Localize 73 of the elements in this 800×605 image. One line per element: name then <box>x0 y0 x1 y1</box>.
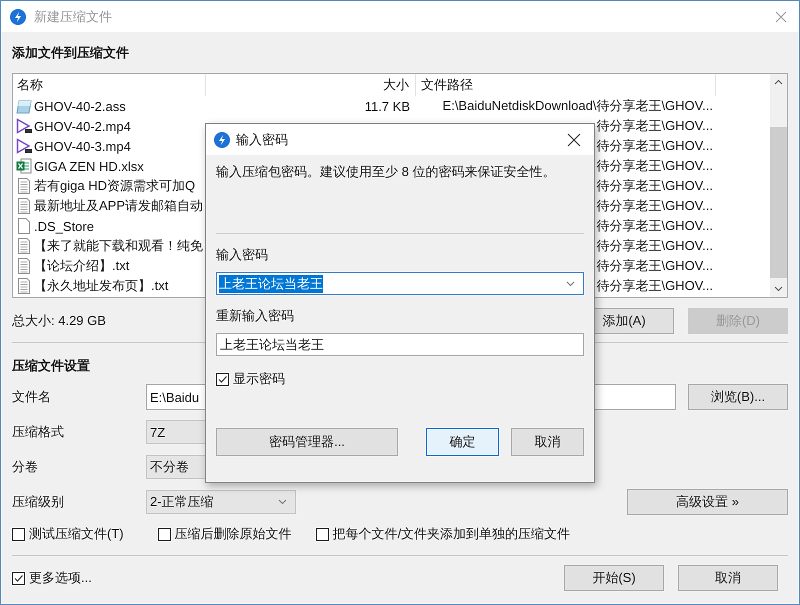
file-path: 待分享老王\GHOV... <box>596 277 713 295</box>
dropdown[interactable]: 2-正常压缩 <box>146 490 296 514</box>
checkbox[interactable]: 把每个文件/文件夹添加到单独的压缩文件 <box>316 525 570 543</box>
file-name[interactable]: .DS_Store <box>34 218 94 234</box>
text-file-icon <box>16 198 32 214</box>
video-file-icon <box>16 138 32 154</box>
file-name[interactable]: GHOV-40-3.mp4 <box>34 138 131 154</box>
file-path: E:\BaiduNetdiskDownload\待分享老王\GHOV... <box>442 97 713 115</box>
total-size: 总大小: 4.29 GB <box>12 312 106 330</box>
field-label: 输入密码 <box>216 246 268 264</box>
file-path: 待分享老王\GHOV... <box>596 217 713 235</box>
text-file-icon <box>16 278 32 294</box>
section-heading: 添加文件到压缩文件 <box>12 44 129 62</box>
dialog-title: 输入密码 <box>236 130 289 148</box>
field-label: 压缩格式 <box>12 423 65 441</box>
cancel-button[interactable]: 取消 <box>511 428 584 456</box>
checkbox[interactable]: 显示密码 <box>216 370 285 388</box>
file-name[interactable]: 【永久地址发布页】.txt <box>34 277 168 295</box>
ok-button[interactable]: 确定 <box>426 428 499 456</box>
file-path: 待分享老王\GHOV... <box>596 237 713 255</box>
hint-text: 输入压缩包密码。建议使用至少 8 位的密码来保证安全性。 <box>216 163 556 181</box>
text-file-icon <box>16 178 32 194</box>
scroll-down-icon <box>774 286 783 292</box>
file-path: 待分享老王\GHOV... <box>596 157 713 175</box>
app-logo-icon <box>10 8 26 24</box>
file-name[interactable]: GHOV-40-2.mp4 <box>34 118 131 134</box>
checkbox[interactable]: 更多选项... <box>12 569 92 587</box>
field-label: 重新输入密码 <box>216 307 294 325</box>
password-field[interactable]: 上老王论坛当老王 <box>216 333 584 356</box>
file-path: 待分享老王\GHOV... <box>596 177 713 195</box>
close-icon <box>775 10 787 22</box>
file-path: 待分享老王\GHOV... <box>596 117 713 135</box>
file-name[interactable]: GHOV-40-2.ass <box>34 98 126 114</box>
file-path: 待分享老王\GHOV... <box>596 137 713 155</box>
file-name[interactable]: 【论坛介绍】.txt <box>34 257 130 275</box>
cancel-button[interactable]: 取消 <box>678 565 778 591</box>
start-button[interactable]: 开始(S) <box>564 565 664 591</box>
text-file-icon <box>16 258 32 274</box>
blank-file-icon <box>16 218 32 234</box>
password-manager-button[interactable]: 密码管理器... <box>216 428 398 456</box>
chevron-down-icon <box>566 280 575 286</box>
file-size: 11.7 KB <box>364 98 410 114</box>
file-name[interactable]: 最新地址及APP请发邮箱自动 <box>34 197 204 215</box>
column-header[interactable]: 大小 <box>206 74 416 96</box>
file-path: 待分享老王\GHOV... <box>596 197 713 215</box>
file-name[interactable]: 【来了就能下载和观看！纯免 <box>34 237 203 255</box>
checkbox[interactable]: 压缩后删除原始文件 <box>158 525 292 543</box>
chevron-down-icon <box>278 499 287 505</box>
column-header[interactable]: 名称 <box>13 74 206 96</box>
scroll-thumb[interactable] <box>770 127 787 278</box>
app-logo-icon <box>214 132 230 148</box>
file-path: 待分享老王\GHOV... <box>596 257 713 275</box>
field-label: 文件名 <box>12 388 52 406</box>
close-icon <box>567 132 581 146</box>
video-file-icon <box>16 118 32 134</box>
scroll-up-icon <box>774 79 783 85</box>
window-title: 新建压缩文件 <box>34 8 113 26</box>
subtitle-file-icon <box>16 98 32 114</box>
password-combo-field[interactable]: 上老王论坛当老王 <box>216 272 584 295</box>
file-name[interactable]: 若有giga HD资源需求可加Q <box>34 177 196 195</box>
checkmark-icon <box>217 374 228 384</box>
browse-button[interactable]: 浏览(B)... <box>688 384 788 410</box>
field-label: 压缩级别 <box>12 493 65 511</box>
spreadsheet-file-icon <box>16 158 32 174</box>
checkbox[interactable]: 测试压缩文件(T) <box>12 525 124 543</box>
field-label: 分卷 <box>12 458 39 476</box>
advanced-settings-button[interactable]: 高级设置 » <box>627 489 788 515</box>
column-header[interactable]: 文件路径 <box>416 74 716 96</box>
text-file-icon <box>16 238 32 254</box>
scrollbar[interactable] <box>770 74 787 297</box>
checkmark-icon <box>13 572 24 584</box>
file-name[interactable]: GIGA ZEN HD.xlsx <box>34 158 144 174</box>
section-heading: 压缩文件设置 <box>12 357 90 375</box>
